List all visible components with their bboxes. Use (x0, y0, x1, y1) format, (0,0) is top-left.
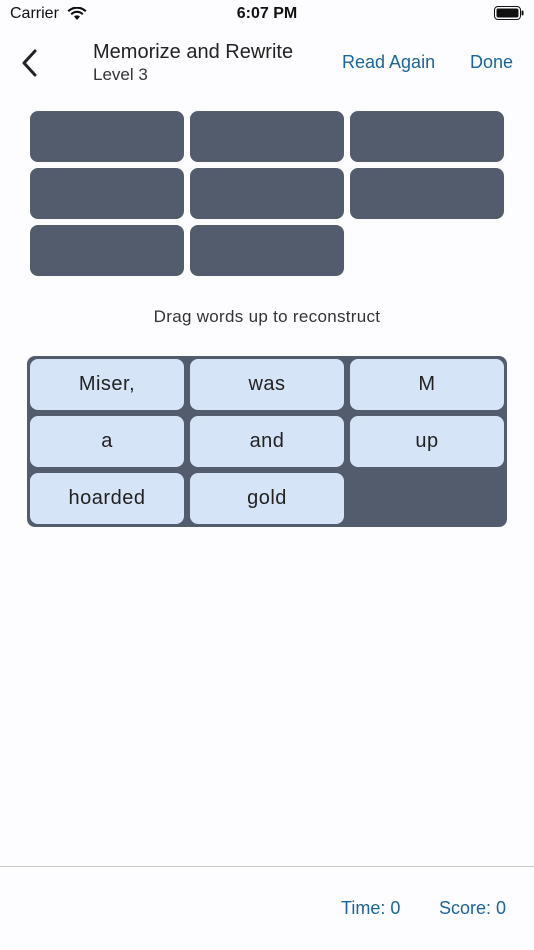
word-chip[interactable]: was (190, 359, 344, 410)
answer-slot[interactable] (190, 168, 344, 219)
word-chip[interactable]: and (190, 416, 344, 467)
navigation-bar: Memorize and Rewrite Level 3 Read Again … (0, 28, 534, 98)
page-title: Memorize and Rewrite (93, 41, 294, 63)
app-screen: Carrier 6:07 PM Memorize and Rewrite Lev… (0, 0, 534, 950)
title-block: Memorize and Rewrite Level 3 (93, 40, 293, 86)
answer-slot[interactable] (190, 111, 344, 162)
status-bar: Carrier 6:07 PM (0, 0, 534, 28)
done-button[interactable]: Done (470, 52, 513, 73)
answer-slot[interactable] (30, 168, 184, 219)
answer-slot[interactable] (190, 225, 344, 276)
instruction-text: Drag words up to reconstruct (153, 307, 381, 326)
word-chip[interactable]: up (350, 416, 504, 467)
word-grid: Miser, was Ma and up hoarded gold (30, 359, 504, 524)
chevron-left-icon (22, 49, 37, 77)
word-chip[interactable]: hoarded (30, 473, 184, 524)
answer-slots (30, 111, 504, 276)
back-button[interactable] (14, 46, 44, 80)
word-chip[interactable]: gold (190, 473, 344, 524)
footer-divider (0, 866, 534, 867)
word-chip[interactable]: Miser, (30, 359, 184, 410)
read-again-button[interactable]: Read Again (342, 52, 435, 73)
time-label: Time: 0 (341, 898, 401, 918)
answer-slot[interactable] (350, 168, 504, 219)
answer-slot[interactable] (350, 111, 504, 162)
battery-icon (494, 6, 524, 20)
score-label: Score: 0 (439, 898, 507, 918)
status-clock: 6:07 PM (236, 5, 298, 22)
word-chip[interactable]: a (30, 416, 184, 467)
answer-slot[interactable] (30, 111, 184, 162)
answer-slot[interactable] (30, 225, 184, 276)
word-chip[interactable]: M (350, 359, 504, 410)
level-label: Level 3 (93, 65, 148, 84)
word-bank: Miser, was Ma and up hoarded gold (27, 356, 507, 527)
